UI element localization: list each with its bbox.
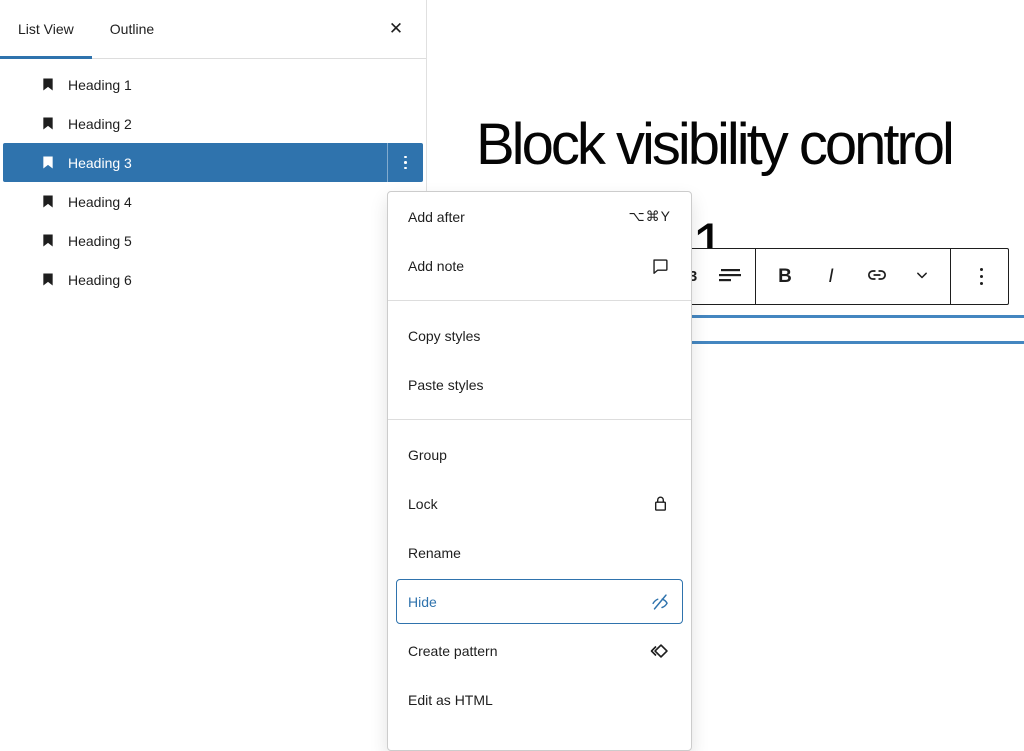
menu-item-lock[interactable]: Lock (388, 479, 691, 528)
list-item-heading-5[interactable]: Heading 5 (3, 221, 423, 260)
menu-item-label: Edit as HTML (408, 692, 493, 708)
link-icon (864, 262, 890, 291)
menu-item-label: Hide (408, 594, 437, 610)
pattern-icon (647, 639, 671, 663)
chevron-down-icon (912, 265, 932, 288)
more-formatting-button[interactable] (900, 252, 944, 301)
block-list: Heading 1 Heading 2 Heading 3 Heading 4 … (0, 59, 426, 299)
eye-off-icon (649, 591, 671, 613)
menu-item-label: Copy styles (408, 328, 480, 344)
keyboard-shortcut: ⌥⌘Y (629, 208, 671, 225)
block-toolbar: 3 B I (640, 248, 1009, 305)
align-text-button[interactable] (708, 252, 752, 301)
menu-item-group[interactable]: Group (388, 430, 691, 479)
row-options-button[interactable] (387, 143, 423, 182)
lock-icon (650, 493, 671, 514)
menu-item-label: Lock (408, 496, 438, 512)
list-item-label: Heading 2 (68, 116, 132, 132)
bold-button[interactable]: B (763, 252, 807, 301)
menu-item-add-note[interactable]: Add note (388, 241, 691, 290)
align-left-icon (716, 261, 744, 292)
link-button[interactable] (855, 252, 899, 301)
list-item-heading-4[interactable]: Heading 4 (3, 182, 423, 221)
menu-item-label: Rename (408, 545, 461, 561)
list-item-label: Heading 3 (68, 155, 132, 171)
block-options-menu: Add after ⌥⌘Y Add note Copy styles Paste… (387, 191, 692, 751)
menu-item-rename[interactable]: Rename (388, 528, 691, 577)
menu-item-create-pattern[interactable]: Create pattern (388, 626, 691, 675)
menu-item-hide[interactable]: Hide (396, 579, 683, 624)
heading-block-icon (40, 115, 56, 132)
heading-block-icon (40, 232, 56, 249)
list-item-label: Heading 4 (68, 194, 132, 210)
list-view-panel: List View Outline ✕ Heading 1 Heading 2 … (0, 0, 427, 718)
menu-item-label: Paste styles (408, 377, 483, 393)
list-item-label: Heading 5 (68, 233, 132, 249)
list-item-heading-6[interactable]: Heading 6 (3, 260, 423, 299)
heading-block-icon (40, 76, 56, 93)
menu-item-label: Add note (408, 258, 464, 274)
close-icon[interactable]: ✕ (378, 0, 414, 58)
tab-outline[interactable]: Outline (92, 0, 172, 58)
menu-item-label: Create pattern (408, 643, 498, 659)
tab-list-view[interactable]: List View (0, 0, 92, 58)
menu-item-label: Group (408, 447, 447, 463)
menu-item-edit-as-html[interactable]: Edit as HTML (388, 675, 691, 724)
menu-item-label: Add after (408, 209, 465, 225)
list-item-label: Heading 1 (68, 77, 132, 93)
post-title[interactable]: Block visibility control (476, 111, 952, 178)
menu-item-add-after[interactable]: Add after ⌥⌘Y (388, 192, 691, 241)
panel-header: List View Outline ✕ (0, 0, 426, 59)
heading-block-icon (40, 271, 56, 288)
menu-item-copy-styles[interactable]: Copy styles (388, 311, 691, 360)
kebab-menu-icon (404, 156, 407, 159)
list-item-heading-2[interactable]: Heading 2 (3, 104, 423, 143)
heading-block-icon (40, 154, 56, 171)
list-item-heading-3[interactable]: Heading 3 (3, 143, 423, 182)
toolbar-separator (755, 248, 756, 305)
comment-icon (649, 255, 671, 277)
toolbar-separator (950, 248, 951, 305)
block-options-button[interactable] (959, 252, 1003, 301)
kebab-menu-icon (980, 268, 983, 285)
menu-divider (388, 419, 691, 420)
heading-block-icon (40, 193, 56, 210)
list-item-heading-1[interactable]: Heading 1 (3, 65, 423, 104)
italic-button[interactable]: I (809, 252, 853, 301)
menu-divider (388, 300, 691, 301)
menu-item-paste-styles[interactable]: Paste styles (388, 360, 691, 409)
list-item-label: Heading 6 (68, 272, 132, 288)
